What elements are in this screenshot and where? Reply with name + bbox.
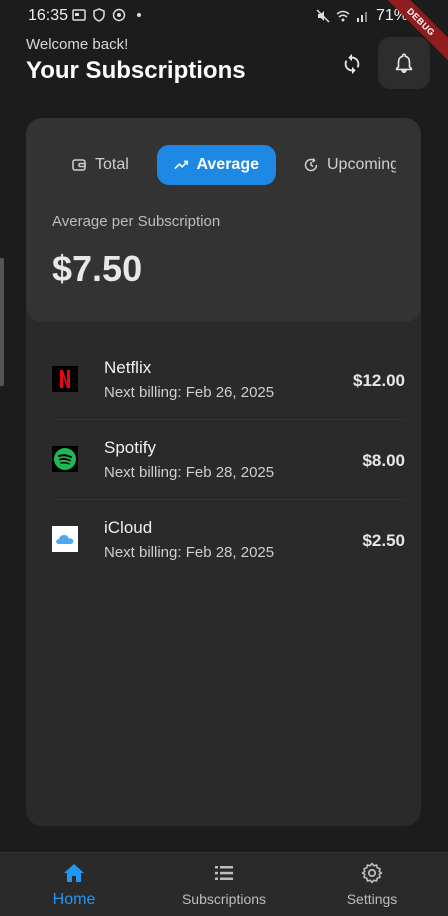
list-item-spotify[interactable]: Spotify Next billing: Feb 28, 2025 $8.00 (52, 420, 405, 500)
subscription-date: Next billing: Feb 28, 2025 (104, 544, 275, 561)
tab-upcoming-label: Upcoming (327, 156, 396, 173)
tab-total[interactable]: Total (54, 145, 146, 185)
signal-icon (356, 12, 367, 22)
subscription-name: iCloud (104, 518, 153, 537)
subscription-price: $8.00 (362, 451, 405, 470)
summary-label: Average per Subscription (52, 213, 221, 230)
nav-home-label: Home (52, 891, 96, 908)
netflix-logo (52, 366, 78, 392)
subscription-name: Netflix (104, 358, 152, 377)
summary-panel: Total Average Upcoming Average per Subsc… (26, 118, 421, 322)
gear-icon (361, 862, 383, 884)
status-time: 16:35 (28, 7, 69, 24)
tab-total-label: Total (95, 156, 129, 173)
summary-value: $7.50 (52, 248, 143, 289)
wallet-icon (72, 159, 86, 171)
notification-icons (72, 8, 146, 22)
sync-status-icon (112, 8, 126, 22)
icloud-logo (52, 526, 78, 552)
subscriptions-card: Total Average Upcoming Average per Subsc… (26, 118, 421, 826)
tab-average[interactable]: Average (157, 145, 276, 185)
subscription-name: Spotify (104, 438, 156, 457)
home-icon (64, 864, 84, 882)
system-icons: 71% (316, 7, 408, 25)
summary-tabs: Total Average Upcoming (26, 145, 396, 185)
bell-icon (395, 53, 413, 73)
history-icon (304, 158, 318, 172)
mute-icon (316, 9, 330, 23)
cast-icon (72, 9, 86, 21)
list-icon (215, 866, 233, 880)
subscription-price: $2.50 (362, 531, 405, 550)
sync-icon (344, 53, 360, 75)
wifi-icon (336, 10, 350, 22)
dot-icon (137, 13, 141, 17)
bottom-nav: Home Subscriptions Settings (0, 852, 448, 916)
list-item-netflix[interactable]: Netflix Next billing: Feb 26, 2025 $12.0… (52, 340, 405, 420)
nav-subscriptions[interactable]: Subscriptions (164, 861, 284, 907)
subscription-price: $12.00 (353, 371, 405, 390)
nav-home[interactable]: Home (14, 861, 134, 909)
tab-average-label: Average (196, 156, 259, 173)
nav-settings[interactable]: Settings (312, 861, 432, 907)
page-title: Your Subscriptions (26, 57, 246, 84)
spotify-logo (52, 446, 78, 472)
subscription-date: Next billing: Feb 28, 2025 (104, 464, 275, 481)
nav-subscriptions-label: Subscriptions (181, 891, 267, 907)
tab-upcoming[interactable]: Upcoming (286, 145, 396, 185)
trending-up-icon (174, 160, 189, 170)
list-item-icloud[interactable]: iCloud Next billing: Feb 28, 2025 $2.50 (52, 500, 405, 580)
subscription-list: Netflix Next billing: Feb 26, 2025 $12.0… (26, 340, 421, 580)
edge-panel-handle[interactable] (0, 258, 4, 386)
shield-icon (93, 8, 105, 22)
nav-settings-label: Settings (346, 891, 398, 907)
header: Welcome back! Your Subscriptions (26, 36, 246, 85)
notifications-button[interactable] (378, 37, 430, 89)
subscription-date: Next billing: Feb 26, 2025 (104, 384, 275, 401)
status-bar: 16:35 71% (0, 0, 448, 32)
sync-button[interactable] (334, 46, 370, 82)
welcome-text: Welcome back! (26, 36, 129, 53)
